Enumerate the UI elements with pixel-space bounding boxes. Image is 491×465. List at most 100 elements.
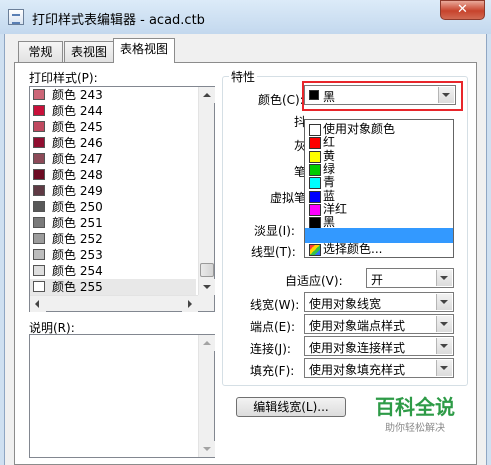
scroll-thumb[interactable] bbox=[200, 263, 214, 277]
list-item[interactable]: 颜色 248 bbox=[30, 167, 196, 183]
highlight-annotation bbox=[302, 81, 463, 111]
endpoint-dropdown-button[interactable] bbox=[436, 316, 452, 332]
scroll-up-button[interactable] bbox=[199, 87, 215, 103]
desc-scroll-down-button[interactable] bbox=[199, 441, 215, 457]
color-swatch bbox=[33, 121, 45, 132]
color-swatch bbox=[33, 89, 45, 100]
fill-select[interactable]: 使用对象填充样式 bbox=[304, 358, 454, 378]
list-item[interactable]: 颜色 255 bbox=[30, 279, 196, 295]
color-swatch bbox=[33, 137, 45, 148]
list-item-label: 颜色 251 bbox=[52, 216, 103, 230]
list-item-label: 颜色 246 bbox=[52, 136, 103, 150]
adaptive-select[interactable]: 开 bbox=[366, 268, 454, 288]
chevron-down-icon bbox=[440, 322, 448, 326]
color-swatch bbox=[33, 233, 45, 244]
app-icon bbox=[8, 9, 24, 25]
description-scrollbar[interactable] bbox=[198, 335, 215, 457]
watermark-logo: 百科全说 助你轻松解决 bbox=[360, 391, 470, 436]
adaptive-dropdown-button[interactable] bbox=[436, 270, 452, 286]
print-styles-list[interactable]: 颜色 243 颜色 244 颜色 245 颜色 246 颜色 247 颜色 248 颜色 2… bbox=[29, 86, 215, 312]
list-item-label: 颜色 243 bbox=[52, 88, 103, 102]
scroll-left-button[interactable] bbox=[30, 296, 46, 312]
list-item[interactable]: 颜色 249 bbox=[30, 183, 196, 199]
color-swatch bbox=[33, 105, 45, 116]
list-item[interactable]: 颜色 245 bbox=[30, 119, 196, 135]
color-swatch bbox=[33, 249, 45, 260]
chevron-down-icon bbox=[440, 300, 448, 304]
up-arrow-icon bbox=[203, 341, 211, 345]
list-item[interactable]: 颜色 243 bbox=[30, 87, 196, 103]
color-swatch bbox=[33, 153, 45, 164]
print-styles-label: 打印样式(P): bbox=[29, 71, 98, 85]
dropdown-option-label: 选择颜色... bbox=[323, 241, 383, 256]
scroll-right-button[interactable] bbox=[182, 296, 198, 312]
option-swatch bbox=[309, 137, 321, 150]
watermark-main-text: 百科全说 bbox=[375, 395, 455, 419]
list-item[interactable]: 颜色 250 bbox=[30, 199, 196, 215]
list-item-label: 颜色 247 bbox=[52, 152, 103, 166]
color-label: 颜色(C): bbox=[258, 93, 304, 107]
fill-dropdown-button[interactable] bbox=[436, 360, 452, 376]
virtual-pen-label: 虚拟笔 bbox=[270, 191, 307, 205]
list-item-label: 颜色 252 bbox=[52, 232, 103, 246]
option-swatch bbox=[309, 177, 321, 190]
endpoint-select[interactable]: 使用对象端点样式 bbox=[304, 314, 454, 334]
tab-general[interactable]: 常规 bbox=[18, 41, 63, 63]
desc-scroll-up-button[interactable] bbox=[199, 335, 215, 351]
dropdown-option[interactable]: 选择颜色... bbox=[305, 242, 453, 257]
edit-lineweights-button[interactable]: 编辑线宽(L)... bbox=[236, 397, 346, 417]
list-item[interactable]: 颜色 251 bbox=[30, 215, 196, 231]
list-item-label: 颜色 245 bbox=[52, 120, 103, 134]
color-swatch bbox=[33, 265, 45, 276]
description-textarea[interactable] bbox=[29, 334, 215, 458]
lineweight-select-value: 使用对象线宽 bbox=[309, 297, 382, 311]
list-item-label: 颜色 254 bbox=[52, 264, 103, 278]
lineweight-label: 线宽(W): bbox=[250, 298, 300, 312]
color-swatch bbox=[33, 185, 45, 196]
chevron-down-icon bbox=[440, 366, 448, 370]
color-swatch bbox=[33, 217, 45, 228]
fill-label: 填充(F): bbox=[250, 364, 295, 378]
window-title: 打印样式表编辑器 - acad.ctb bbox=[32, 13, 205, 28]
fill-select-value: 使用对象填充样式 bbox=[309, 363, 406, 377]
scroll-down-button[interactable] bbox=[199, 279, 215, 295]
list-item[interactable]: 颜色 253 bbox=[30, 247, 196, 263]
option-swatch bbox=[309, 124, 321, 136]
screening-label: 淡显(I): bbox=[254, 224, 295, 238]
list-item-label: 颜色 244 bbox=[52, 104, 103, 118]
join-select[interactable]: 使用对象连接样式 bbox=[304, 336, 454, 356]
down-arrow-icon bbox=[203, 285, 211, 289]
list-horizontal-scrollbar[interactable] bbox=[30, 295, 198, 312]
join-dropdown-button[interactable] bbox=[436, 338, 452, 354]
list-item-label: 颜色 253 bbox=[52, 248, 103, 262]
down-arrow-icon bbox=[203, 447, 211, 451]
chevron-down-icon bbox=[440, 276, 448, 280]
list-item-label: 颜色 255 bbox=[52, 280, 103, 294]
lineweight-dropdown-button[interactable] bbox=[436, 294, 452, 310]
list-item[interactable]: 颜色 247 bbox=[30, 151, 196, 167]
adaptive-label: 自适应(V): bbox=[285, 274, 343, 288]
option-swatch bbox=[309, 163, 321, 176]
list-item-label: 颜色 248 bbox=[52, 168, 103, 182]
properties-group-title: 特性 bbox=[229, 68, 258, 85]
endpoint-select-value: 使用对象端点样式 bbox=[309, 319, 406, 333]
color-swatch bbox=[33, 169, 45, 180]
adaptive-select-value: 开 bbox=[371, 273, 384, 287]
option-swatch bbox=[309, 150, 321, 163]
up-arrow-icon bbox=[203, 93, 211, 97]
list-item[interactable]: 颜色 246 bbox=[30, 135, 196, 151]
tab-table-view[interactable]: 表视图 bbox=[64, 41, 114, 63]
list-vertical-scrollbar[interactable] bbox=[198, 87, 215, 295]
lineweight-select[interactable]: 使用对象线宽 bbox=[304, 292, 454, 312]
list-item[interactable]: 颜色 244 bbox=[30, 103, 196, 119]
color-dropdown-list[interactable]: 使用对象颜色红黄绿青蓝洋红黑选择颜色... bbox=[304, 119, 454, 258]
watermark-sub-text: 助你轻松解决 bbox=[385, 423, 445, 434]
scrollbar-corner bbox=[198, 295, 214, 311]
list-item[interactable]: 颜色 254 bbox=[30, 263, 196, 279]
tab-form-view[interactable]: 表格视图 bbox=[113, 38, 175, 63]
close-button[interactable]: ✕ bbox=[440, 0, 485, 20]
option-swatch bbox=[309, 190, 321, 203]
list-item[interactable]: 颜色 252 bbox=[30, 231, 196, 247]
right-arrow-icon bbox=[188, 300, 192, 308]
option-swatch bbox=[309, 203, 321, 216]
